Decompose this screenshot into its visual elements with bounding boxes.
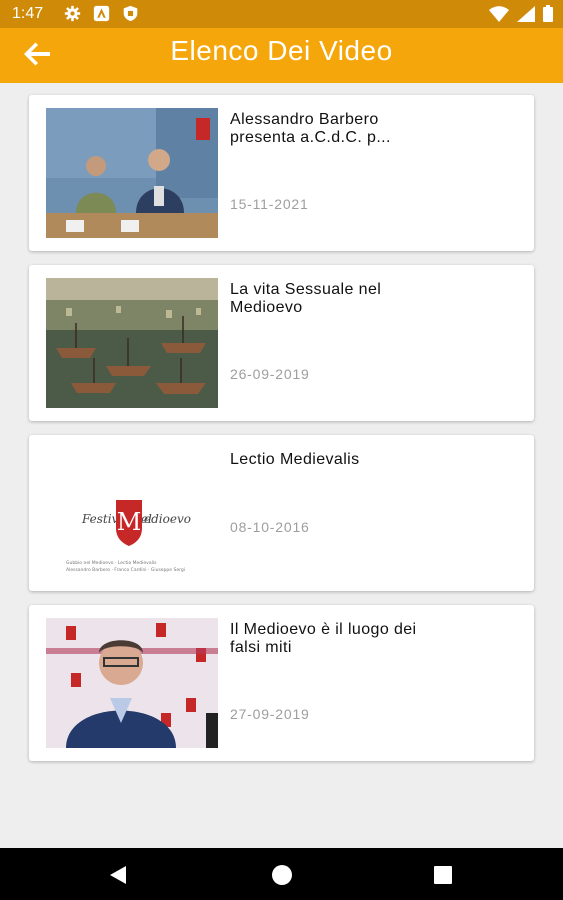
video-card[interactable]: Alessandro Barbero presenta a.C.d.C. p..… (29, 95, 534, 251)
logo-caption-line1: Gubbio nel Medioevo · Lectio Medievalis (66, 560, 157, 566)
video-card[interactable]: Il Medioevo è il luogo dei falsi miti 27… (29, 605, 534, 761)
signal-icon (517, 5, 535, 22)
video-thumbnail: Festival del M edioevo Gubbio nel Medioe… (46, 448, 218, 578)
page-title: Elenco Dei Video (170, 35, 393, 66)
logo-caption-line2: Alessandro Barbero · Franco Cardini · Gi… (66, 567, 185, 573)
video-card[interactable]: Festival del M edioevo Gubbio nel Medioe… (29, 435, 534, 591)
video-date: 26-09-2019 (230, 366, 310, 382)
settings-icon (64, 5, 81, 22)
video-card[interactable]: La vita Sessuale nel Medioevo 26-09-2019 (29, 265, 534, 421)
wifi-icon (489, 5, 509, 22)
video-title: Alessandro Barbero presenta a.C.d.C. p..… (230, 111, 391, 146)
back-triangle-icon[interactable] (108, 865, 128, 885)
festival-logo: Festival del M edioevo Gubbio nel Medioe… (46, 448, 218, 578)
home-circle-icon[interactable] (271, 864, 293, 886)
video-list: Alessandro Barbero presenta a.C.d.C. p..… (29, 95, 534, 775)
android-auto-icon (93, 5, 110, 22)
video-thumbnail (46, 108, 218, 238)
recents-square-icon[interactable] (433, 865, 453, 885)
battery-icon (543, 5, 553, 22)
video-date: 15-11-2021 (230, 196, 309, 212)
status-time: 1:47 (12, 5, 44, 22)
logo-letter: M (117, 508, 142, 536)
video-date: 27-09-2019 (230, 706, 310, 722)
video-title: Lectio Medievalis (230, 451, 360, 468)
video-title: Il Medioevo è il luogo dei falsi miti (230, 621, 417, 656)
app-bar: Elenco Dei Video (0, 28, 563, 83)
video-thumbnail (46, 618, 218, 748)
status-bar: 1:47 (0, 0, 563, 28)
shield-icon (123, 5, 138, 22)
logo-text-right: edioevo (144, 512, 191, 526)
system-nav-bar (0, 848, 563, 900)
video-title: La vita Sessuale nel Medioevo (230, 281, 382, 316)
video-date: 08-10-2016 (230, 519, 310, 535)
video-thumbnail (46, 278, 218, 408)
